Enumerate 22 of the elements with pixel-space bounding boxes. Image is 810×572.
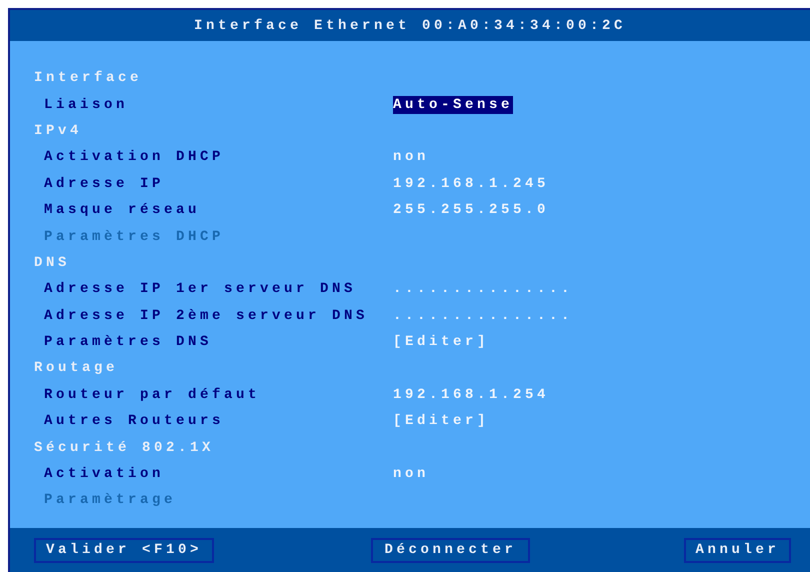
section-heading: Interface <box>33 70 142 86</box>
setting-value[interactable]: Auto-Sense <box>393 96 514 114</box>
dialog-button[interactable]: Valider <F10> <box>34 538 214 562</box>
window-title: Interface Ethernet 00:A0:34:34:00:2C <box>194 18 626 34</box>
setting-label[interactable]: Paramètres DNS <box>44 334 393 350</box>
setting-label[interactable]: Adresse IP 2ème serveur DNS <box>44 308 393 324</box>
setting-label[interactable]: Adresse IP 1er serveur DNS <box>44 281 393 298</box>
setting-label[interactable]: Activation <box>44 466 393 482</box>
setting-label[interactable]: Liaison <box>44 96 393 113</box>
setting-label[interactable]: Adresse IP <box>44 176 393 192</box>
setting-label[interactable]: Routeur par défaut <box>44 386 393 403</box>
setting-label: Paramètrage <box>44 492 178 508</box>
section-heading: Sécurité 802.1X <box>33 440 214 456</box>
section-heading: Routage <box>33 360 118 376</box>
section-heading: IPv4 <box>33 122 82 139</box>
setting-label[interactable]: Activation DHCP <box>44 149 393 166</box>
dialog-button[interactable]: Déconnecter <box>371 538 530 562</box>
setting-label[interactable]: Autres Routeurs <box>44 413 393 430</box>
setting-label: Paramètres DHCP <box>44 228 226 245</box>
setting-label[interactable]: Masque réseau <box>44 202 393 218</box>
section-heading: DNS <box>33 254 70 271</box>
dialog-button[interactable]: Annuler <box>684 538 791 562</box>
